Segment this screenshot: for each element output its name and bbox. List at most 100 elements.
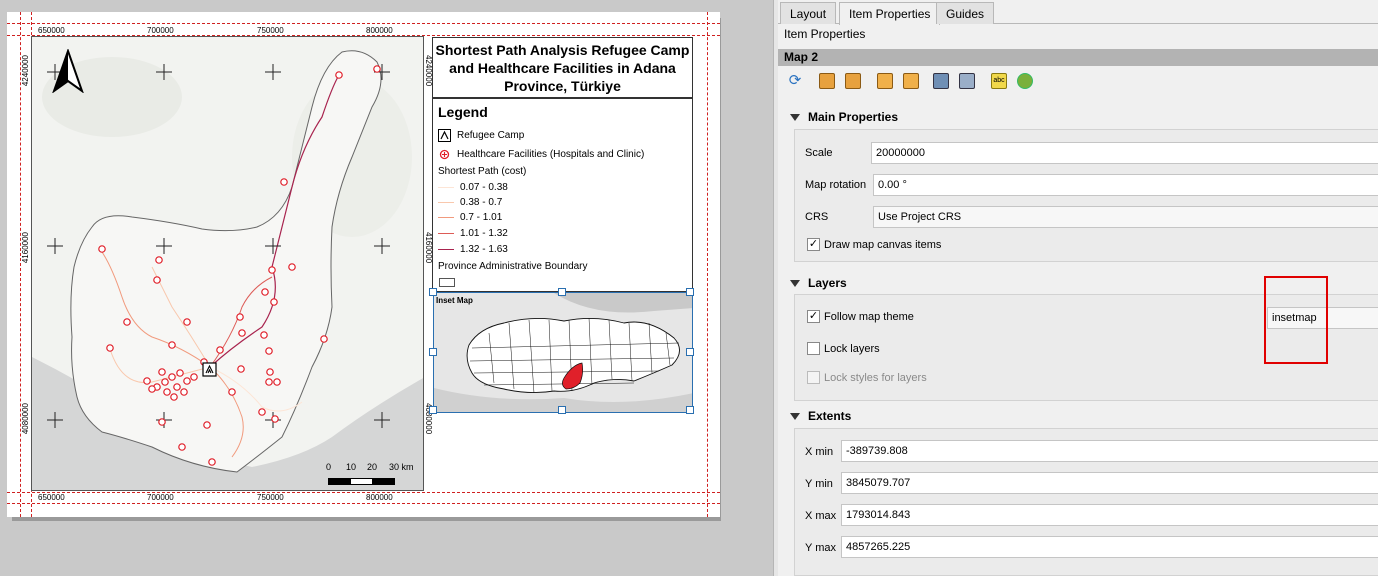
collapse-icon	[790, 413, 800, 421]
grid-label-x: 800000	[366, 26, 393, 35]
resize-handle[interactable]	[686, 288, 694, 296]
grid-label-x: 750000	[257, 26, 284, 35]
labeling-icon[interactable]	[959, 73, 975, 89]
main-map[interactable]	[31, 36, 424, 491]
legend-path-header: Shortest Path (cost)	[438, 166, 527, 177]
clipping-icon[interactable]	[1017, 73, 1033, 89]
horizontal-guide[interactable]	[7, 23, 720, 24]
lock-styles-checkbox[interactable]	[807, 371, 820, 384]
scale-label: Scale	[805, 147, 833, 159]
layout-canvas[interactable]: 650000 700000 750000 800000 650000 70000…	[0, 0, 775, 576]
item-name: Map 2	[778, 49, 1378, 66]
legend-path-class: 1.32 - 1.63	[438, 244, 508, 255]
horizontal-guide[interactable]	[7, 503, 720, 504]
resize-handle[interactable]	[686, 348, 694, 356]
refresh-icon[interactable]: ⟳	[787, 73, 803, 89]
layers-group-header[interactable]: Layers	[790, 276, 847, 290]
dock-tabs: Layout Item Properties Guides	[778, 0, 1378, 25]
path-swatch	[438, 232, 454, 234]
legend-path-class: 1.01 - 1.32	[438, 228, 508, 239]
grid-label-x: 650000	[38, 493, 65, 502]
grid-label-y: 4160000	[21, 232, 30, 264]
xmin-input[interactable]: -389739.808	[841, 440, 1378, 462]
path-swatch	[438, 186, 454, 188]
resize-handle[interactable]	[558, 406, 566, 414]
lock-styles-label: Lock styles for layers	[824, 372, 927, 384]
collapse-icon	[790, 280, 800, 288]
follow-map-theme-checkbox[interactable]: ✓	[807, 310, 820, 323]
grid-label-x: 650000	[38, 26, 65, 35]
grid-label-x: 750000	[257, 493, 284, 502]
legend-path-class: 0.38 - 0.7	[438, 197, 502, 208]
atlas-icon[interactable]	[903, 73, 919, 89]
horizontal-guide[interactable]	[7, 492, 720, 493]
inset-map-graphic	[434, 293, 692, 412]
health-icon	[439, 149, 450, 160]
grid-label-x: 700000	[147, 493, 174, 502]
inset-map-title: Inset Map	[436, 296, 473, 305]
crs-label: CRS	[805, 211, 829, 223]
scale-bar-graphic	[328, 478, 395, 485]
grid-label-y: 4240000	[21, 55, 30, 87]
draw-map-canvas-items-label: Draw map canvas items	[824, 239, 942, 251]
resize-handle[interactable]	[558, 288, 566, 296]
refugee-camp-marker	[202, 362, 217, 377]
resize-handle[interactable]	[429, 348, 437, 356]
vertical-guide[interactable]	[20, 12, 21, 517]
tab-layout[interactable]: Layout	[780, 2, 837, 24]
resize-handle[interactable]	[429, 288, 437, 296]
scale-label: 0	[326, 462, 332, 472]
scale-bar: 0 10 20 30 km	[322, 462, 422, 490]
main-map-graphic	[32, 50, 423, 490]
annotation-highlight-box	[1264, 276, 1328, 364]
main-properties-group-header[interactable]: Main Properties	[790, 110, 898, 124]
scale-input[interactable]: 20000000	[871, 142, 1378, 164]
boundary-swatch	[439, 278, 455, 287]
legend-path-class: 0.07 - 0.38	[438, 182, 508, 193]
panel-title: Item Properties	[784, 27, 866, 41]
legend-title: Legend	[438, 104, 488, 120]
map-item-toolbar: ⟳ abc	[778, 68, 1378, 96]
scale-label: 20	[367, 462, 378, 472]
legend-item-healthcare: Healthcare Facilities (Hospitals and Cli…	[438, 148, 644, 161]
resize-handle[interactable]	[429, 406, 437, 414]
scale-label: 30 km	[389, 462, 414, 472]
ymin-label: Y min	[805, 478, 833, 490]
legend-boundary-label: Province Administrative Boundary	[438, 261, 588, 272]
bookmark-icon[interactable]	[933, 73, 949, 89]
collapse-icon	[790, 114, 800, 122]
follow-map-theme-label: Follow map theme	[824, 311, 914, 323]
tab-item-properties[interactable]: Item Properties	[839, 2, 941, 25]
crs-select[interactable]: Use Project CRS	[873, 206, 1378, 228]
xmax-input[interactable]: 1793014.843	[841, 504, 1378, 526]
camp-icon	[438, 129, 451, 142]
set-extent-icon[interactable]	[819, 73, 835, 89]
view-extent-icon[interactable]	[845, 73, 861, 89]
legend-path-class: 0.7 - 1.01	[438, 212, 502, 223]
grid-label-y: 4080000	[21, 403, 30, 435]
grid-label-x: 700000	[147, 26, 174, 35]
path-swatch	[438, 201, 454, 203]
lock-layers-label: Lock layers	[824, 343, 880, 355]
label-settings-icon[interactable]: abc	[991, 73, 1007, 89]
xmin-label: X min	[805, 446, 834, 458]
ymin-input[interactable]: 3845079.707	[841, 472, 1378, 494]
legend[interactable]: Legend Refugee Camp Healthcare Facilitie…	[432, 98, 693, 292]
map-rotation-label: Map rotation	[805, 179, 867, 191]
inset-map[interactable]: Inset Map	[433, 292, 693, 413]
draw-map-canvas-items-checkbox[interactable]: ✓	[807, 238, 820, 251]
tab-guides[interactable]: Guides	[936, 2, 995, 24]
xmax-label: X max	[805, 510, 837, 522]
scale-icon[interactable]	[877, 73, 893, 89]
north-arrow-icon	[52, 49, 84, 93]
grid-label-x: 800000	[366, 493, 393, 502]
map-title[interactable]: Shortest Path Analysis Refugee Camp and …	[432, 37, 693, 98]
extents-group-header[interactable]: Extents	[790, 409, 851, 423]
lock-layers-checkbox[interactable]	[807, 342, 820, 355]
map-rotation-input[interactable]: 0.00 °	[873, 174, 1378, 196]
vertical-guide[interactable]	[707, 12, 708, 517]
ymax-label: Y max	[805, 542, 836, 554]
path-swatch	[438, 248, 454, 250]
resize-handle[interactable]	[686, 406, 694, 414]
ymax-input[interactable]: 4857265.225	[841, 536, 1378, 558]
